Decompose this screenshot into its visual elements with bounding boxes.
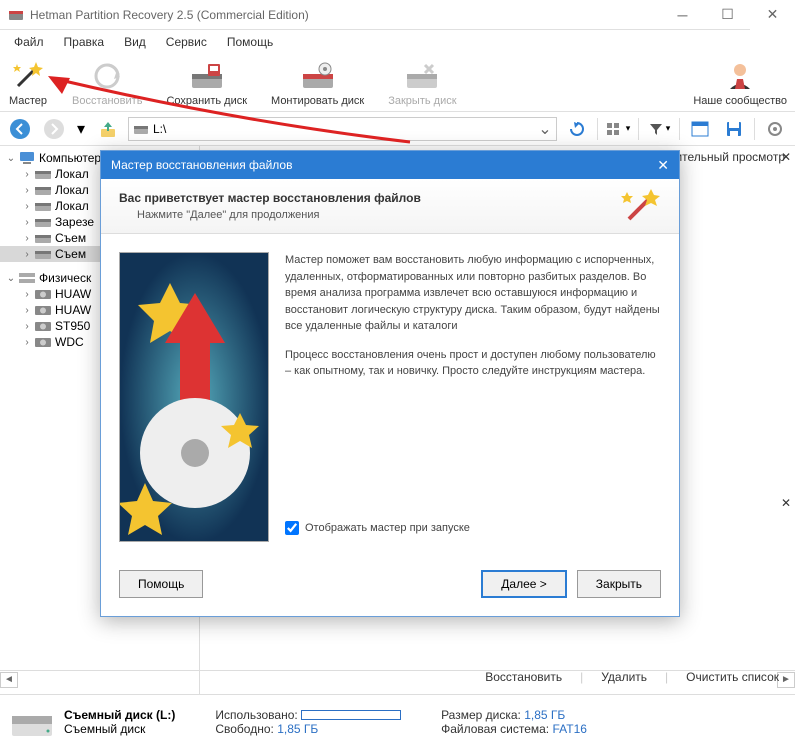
wizard-image xyxy=(119,252,269,542)
toolbar-mount-disk[interactable]: Монтировать диск xyxy=(271,59,364,107)
hdd-icon xyxy=(34,303,52,317)
wizard-titlebar[interactable]: Мастер восстановления файлов ✕ xyxy=(101,151,679,179)
wizard-p2: Процесс восстановления очень прост и дос… xyxy=(285,347,661,380)
drives-icon xyxy=(18,271,36,285)
toolbar-close-disk[interactable]: Закрыть диск xyxy=(388,59,456,107)
titlebar: Hetman Partition Recovery 2.5 (Commercia… xyxy=(0,0,795,30)
wizard-checkbox[interactable] xyxy=(285,521,299,535)
wizard-heading: Вас приветствует мастер восстановления ф… xyxy=(119,191,661,205)
status-disk-type: Съемный диск xyxy=(64,722,175,736)
maximize-button[interactable]: ☐ xyxy=(705,0,750,30)
toolbar-community[interactable]: Наше сообщество xyxy=(693,59,787,107)
hdd-icon xyxy=(34,319,52,333)
drive-icon xyxy=(34,247,52,261)
wizard-text: Мастер поможет вам восстановить любую ин… xyxy=(285,252,661,542)
hdd-icon xyxy=(34,287,52,301)
toolbar: Мастер Восстановить Сохранить диск Монти… xyxy=(0,54,795,112)
forward-button[interactable] xyxy=(40,116,68,142)
menu-edit[interactable]: Правка xyxy=(54,33,115,51)
navbar: ▾ ⌄ ▾ ▾ xyxy=(0,112,795,146)
history-dropdown[interactable]: ▾ xyxy=(74,116,88,142)
toolbar-wizard[interactable]: Мастер xyxy=(8,59,48,107)
toolbar-recover[interactable]: Восстановить xyxy=(72,59,142,107)
drive-icon xyxy=(34,215,52,229)
wizard-title: Мастер восстановления файлов xyxy=(111,158,292,172)
action-clear[interactable]: Очистить список xyxy=(680,668,785,686)
refresh-button[interactable] xyxy=(563,116,591,142)
app-icon xyxy=(8,7,24,23)
menubar: Файл Правка Вид Сервис Помощь xyxy=(0,30,795,54)
wizard-p1: Мастер поможет вам восстановить любую ин… xyxy=(285,252,661,335)
disk-large-icon xyxy=(8,702,56,742)
back-button[interactable] xyxy=(6,116,34,142)
wizard-next-button[interactable]: Далее > xyxy=(481,570,567,598)
window-title: Hetman Partition Recovery 2.5 (Commercia… xyxy=(30,8,660,22)
drive-icon xyxy=(34,231,52,245)
computer-icon xyxy=(18,151,36,165)
wizard-header: Вас приветствует мастер восстановления ф… xyxy=(101,179,679,234)
preview-button[interactable] xyxy=(686,116,714,142)
view-options[interactable]: ▾ xyxy=(604,116,632,142)
save-button[interactable] xyxy=(720,116,748,142)
close-button[interactable]: ✕ xyxy=(750,0,795,30)
drive-icon xyxy=(34,167,52,181)
wizard-help-button[interactable]: Помощь xyxy=(119,570,203,598)
filter-button[interactable]: ▾ xyxy=(645,116,673,142)
community-icon xyxy=(723,61,757,91)
minimize-button[interactable]: ─ xyxy=(660,0,705,30)
scroll-left[interactable]: ◄ xyxy=(0,672,18,688)
menu-view[interactable]: Вид xyxy=(114,33,156,51)
wizard-footer: Помощь Далее > Закрыть xyxy=(101,560,679,616)
statusbar: Съемный диск (L:) Съемный диск Использов… xyxy=(0,694,795,748)
bottom-actions: Восстановить | Удалить | Очистить список xyxy=(479,668,785,686)
address-bar[interactable]: ⌄ xyxy=(128,117,557,141)
wizard-close-button[interactable]: Закрыть xyxy=(577,570,661,598)
wizard-body: Мастер поможет вам восстановить любую ин… xyxy=(101,234,679,560)
wand-icon xyxy=(12,60,44,92)
address-input[interactable] xyxy=(153,122,538,136)
wizard-dialog: Мастер восстановления файлов ✕ Вас приве… xyxy=(100,150,680,617)
address-dropdown[interactable]: ⌄ xyxy=(538,119,552,139)
wizard-checkbox-label: Отображать мастер при запуске xyxy=(305,520,470,537)
toolbar-save-disk[interactable]: Сохранить диск xyxy=(166,59,247,107)
panel-close-2[interactable]: ✕ xyxy=(781,496,791,510)
wizard-subheading: Нажмите "Далее" для продолжения xyxy=(137,209,661,221)
close-disk-icon xyxy=(405,61,439,91)
drive-icon xyxy=(133,122,149,136)
mount-disk-icon xyxy=(301,61,335,91)
options-button[interactable] xyxy=(761,116,789,142)
action-delete[interactable]: Удалить xyxy=(595,668,653,686)
menu-file[interactable]: Файл xyxy=(4,33,54,51)
action-recover[interactable]: Восстановить xyxy=(479,668,568,686)
hdd-icon xyxy=(34,335,52,349)
save-disk-icon xyxy=(190,61,224,91)
drive-icon xyxy=(34,183,52,197)
drive-icon xyxy=(34,199,52,213)
wizard-close-icon[interactable]: ✕ xyxy=(657,157,669,174)
up-button[interactable] xyxy=(94,116,122,142)
status-disk-name: Съемный диск (L:) xyxy=(64,708,175,722)
menu-service[interactable]: Сервис xyxy=(156,33,217,51)
panel-close-1[interactable]: ✕ xyxy=(781,150,791,164)
refresh-icon xyxy=(92,61,122,91)
menu-help[interactable]: Помощь xyxy=(217,33,283,51)
wand-icon xyxy=(621,187,661,227)
